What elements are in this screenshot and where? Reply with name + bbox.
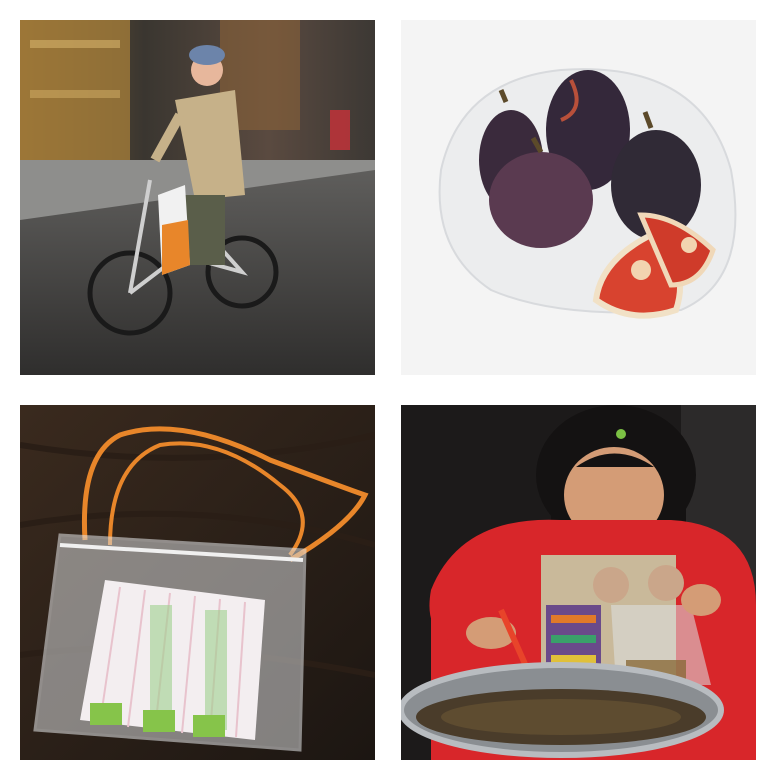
figs-photo — [401, 20, 756, 375]
image-tile-figs[interactable] — [401, 20, 756, 375]
image-tile-cyclist[interactable] — [20, 20, 375, 375]
image-tile-girl-food[interactable] — [401, 405, 756, 760]
image-tile-pouch[interactable] — [20, 405, 375, 760]
pouch-photo — [20, 405, 375, 760]
girl-food-photo — [401, 405, 756, 760]
cyclist-photo — [20, 20, 375, 375]
